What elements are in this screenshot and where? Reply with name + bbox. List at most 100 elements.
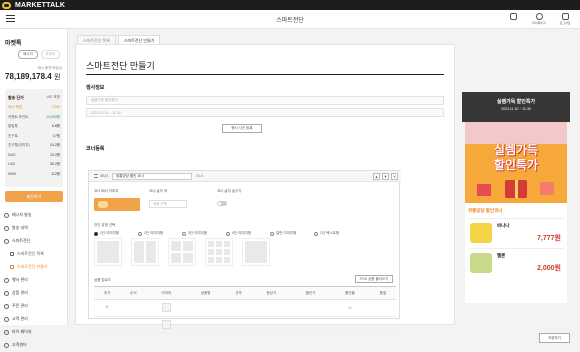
cell-sale[interactable] xyxy=(290,299,331,317)
cash-amount: 78,189,178.4 원 xyxy=(5,72,60,82)
radio-dot[interactable] xyxy=(270,231,274,236)
radio-dot[interactable] xyxy=(226,231,230,236)
product-upload-label: 상품 업로드 xyxy=(94,278,112,282)
sidebar-item-4[interactable]: 스마트전단 만들기 xyxy=(4,261,66,273)
layout-radio-2[interactable]: 3단 이미지형 xyxy=(182,231,218,236)
header-action-2[interactable]: 로그아웃 xyxy=(556,13,574,25)
delete-icon[interactable]: ✕ xyxy=(391,173,398,180)
cell-name[interactable] xyxy=(185,316,226,334)
hide-title-toggle[interactable] xyxy=(217,201,227,206)
move-down-icon[interactable]: ▼ xyxy=(382,173,389,180)
cell-spec[interactable] xyxy=(225,299,252,317)
sidebar-item-label: 스마트전단 만들기 xyxy=(17,264,48,269)
layout-thumbnail-3[interactable] xyxy=(205,238,233,266)
logo-icon xyxy=(2,1,11,9)
nav-item-icon xyxy=(4,303,9,309)
cell-soldout[interactable] xyxy=(369,299,396,317)
sidebar-item-6[interactable]: 상품 관리 xyxy=(4,287,66,299)
layout-thumbnail-0[interactable] xyxy=(94,238,122,266)
sidebar: 마켓톡 메시지 포인트 캐시 충전/보유금 78,189,178.4 원 발송 … xyxy=(0,29,68,348)
main-area: 스마트전단 목록 스마트전단 만들기 스마트전단 만들기 행사정보 실렘가득 할… xyxy=(72,29,580,343)
event-image-button[interactable]: 행사 사진 등록 xyxy=(222,124,262,133)
event-title-input[interactable]: 실렘가득 할인특가 xyxy=(86,96,444,105)
sidebar-item-7[interactable]: 주문 관리 xyxy=(4,300,66,312)
radio-dot[interactable] xyxy=(314,231,318,236)
nav-item-icon xyxy=(4,290,9,296)
corner-image-label: 코너 배너 이미지 xyxy=(94,189,119,193)
header-action-1[interactable]: 마이페이지 xyxy=(530,13,548,25)
sidebar-item-1[interactable]: 발송 내역 xyxy=(4,222,66,234)
layout-radio-3[interactable]: 4단 이미지형 xyxy=(226,231,262,236)
radio-dot[interactable] xyxy=(182,231,186,236)
cell-name[interactable] xyxy=(185,299,226,317)
flyer-preview: 실렘가득 할인특가 2023.11.10 ~ 11.30 실렘가득 할인특가 위… xyxy=(462,92,570,314)
cell-price[interactable] xyxy=(251,299,291,317)
cell-rate[interactable] xyxy=(330,316,370,334)
rate-row: LMS 35.2원 xyxy=(8,162,60,167)
layout-radio-1[interactable]: 2단 이미지형 xyxy=(138,231,174,236)
sidebar-item-8[interactable]: 고객 관리 xyxy=(4,313,66,325)
layout-thumbnail-4[interactable] xyxy=(242,238,270,266)
rate-label: 친구톡 xyxy=(8,133,18,138)
layout-radio-4[interactable]: 일반 이미지형 xyxy=(270,231,306,236)
radio-dot[interactable] xyxy=(94,231,98,236)
save-button[interactable]: 저장하기 xyxy=(539,333,570,343)
store-name: 마켓톡 xyxy=(5,41,22,47)
layout-radio-5[interactable]: 1단 텍스트형 xyxy=(314,231,350,236)
rate-label: SMS xyxy=(8,152,16,157)
rate-row: 친구톡(이미지) 24.2원 xyxy=(8,143,60,148)
event-title-placeholder: 실렘가득 할인특가 xyxy=(91,98,118,102)
cell-soldout[interactable] xyxy=(369,316,396,334)
header-action-0[interactable] xyxy=(504,13,522,25)
layout-thumbnail-1[interactable] xyxy=(131,238,159,266)
hamburger-menu-icon[interactable] xyxy=(6,15,15,23)
rate-box: 발송 단가 VAT 포함 캐시 적립 2.5% 이벤트 포인트 13,000원 알림톡 6… xyxy=(5,89,63,187)
page-scrollbar[interactable] xyxy=(575,39,578,325)
cell-order[interactable] xyxy=(120,299,147,317)
sidebar-item-10[interactable]: 고객센터 xyxy=(4,339,66,351)
drag-handle-icon[interactable] xyxy=(94,174,98,178)
layout-label: 전단 유형 선택 xyxy=(94,223,116,227)
move-up-icon[interactable]: ▲ xyxy=(373,173,380,180)
corner-color-select[interactable]: 색상 선택 xyxy=(149,200,187,208)
preview-product-card: 바나나 7,777원 xyxy=(468,218,564,246)
pos-import-button[interactable]: POS 상품 불러오기 xyxy=(355,275,393,283)
corner-section-title: 코너등록 xyxy=(86,146,105,152)
point-pill[interactable]: 포인트 xyxy=(40,50,61,59)
sidebar-item-0[interactable]: 메시지 발송 xyxy=(4,209,66,221)
charge-button[interactable]: 충전하기 xyxy=(5,191,63,202)
nav-item-icon xyxy=(4,212,9,218)
cell-price[interactable] xyxy=(251,316,291,334)
event-date-input[interactable]: 2023.11.10 ~ 11.30 xyxy=(86,108,444,117)
layout-radio-label: 1단 이미지형 xyxy=(100,231,120,235)
app-header: 스마트전단 마이페이지 로그아웃 xyxy=(0,10,580,29)
sidebar-item-5[interactable]: 행사 관리 xyxy=(4,274,66,286)
rate-value: 24.2원 xyxy=(49,143,60,147)
cell-add[interactable] xyxy=(94,316,121,334)
image-placeholder-icon[interactable] xyxy=(161,303,171,312)
sidebar-item-9[interactable]: 마이 페이지 xyxy=(4,326,66,338)
banner-text-line-2: 할인특가 xyxy=(493,158,539,172)
cell-order[interactable] xyxy=(120,316,147,334)
corner-controls: ▲ ▼ ✕ xyxy=(373,173,398,180)
radio-dot[interactable] xyxy=(138,231,142,236)
layout-thumbnail-2[interactable] xyxy=(168,238,196,266)
cell-sale[interactable] xyxy=(290,316,331,334)
sidebar-item-2[interactable]: 스마트전단 xyxy=(4,235,66,247)
nav-item-icon xyxy=(10,252,14,256)
preview-corner-title: 위통당당 할인코너 xyxy=(468,208,503,213)
message-pill[interactable]: 메시지 xyxy=(18,50,38,59)
editor-panel: 스마트전단 만들기 행사정보 실렘가득 할인특가 2023.11.10 ~ 11… xyxy=(75,44,455,334)
gift-box-icon xyxy=(540,182,554,195)
cell-spec[interactable] xyxy=(225,316,252,334)
cell-add[interactable]: + xyxy=(94,299,121,317)
layout-thumbnails xyxy=(94,238,270,266)
image-cell[interactable] xyxy=(146,299,186,317)
cell-rate[interactable]: % xyxy=(330,299,370,317)
sidebar-item-3[interactable]: 스마트전단 목록 xyxy=(4,248,66,260)
image-cell[interactable] xyxy=(146,316,186,334)
layout-radio-0[interactable]: 1단 이미지형 xyxy=(94,231,130,236)
corner-name-input[interactable]: 위통당당 할인 코너 xyxy=(112,173,192,180)
corner-banner-image[interactable] xyxy=(94,198,140,211)
rate-value: 2.5% xyxy=(52,105,60,109)
